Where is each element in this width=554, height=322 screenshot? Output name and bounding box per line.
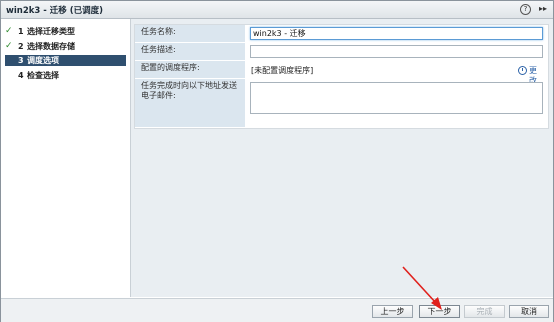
check-icon: ✓ <box>5 41 13 51</box>
step-label: 检查选择 <box>27 71 59 80</box>
schedule-options-form: 任务名称: win2k3 - 迁移 任务描述: 配置的调度程序: [未配置调度程… <box>134 24 549 129</box>
help-icon[interactable]: ? <box>520 4 531 15</box>
task-name-input[interactable]: win2k3 - 迁移 <box>250 27 543 40</box>
arrow-line <box>402 266 437 304</box>
wizard-footer: 上一步 下一步 完成 取消 <box>1 298 553 322</box>
scheduler-label: 配置的调度程序: <box>141 63 200 72</box>
step-number: 3 <box>18 56 24 65</box>
finish-button[interactable]: 完成 <box>464 305 505 318</box>
task-name-label: 任务名称: <box>141 27 176 36</box>
step-review-selections[interactable]: 4 检查选择 <box>5 70 126 81</box>
task-name-value: win2k3 - 迁移 <box>253 29 306 38</box>
annotation-arrow <box>402 266 442 310</box>
task-desc-label: 任务描述: <box>141 45 176 54</box>
step-label: 选择数据存储 <box>27 42 75 51</box>
task-desc-label-cell: 任务描述: <box>135 43 245 60</box>
step-number: 2 <box>18 42 24 51</box>
expand-icon[interactable]: ▸▸ <box>538 4 548 14</box>
scheduler-value: [未配置调度程序] <box>251 66 314 75</box>
step-label: 调度选项 <box>27 56 59 65</box>
step-number: 1 <box>18 27 24 36</box>
window-title: win2k3 - 迁移 (已调度) <box>6 6 103 16</box>
email-label: 任务完成时向以下地址发送电子邮件: <box>141 81 237 100</box>
email-label-cell: 任务完成时向以下地址发送电子邮件: <box>135 79 245 127</box>
title-bar: win2k3 - 迁移 (已调度) ? ▸▸ <box>1 1 553 19</box>
step-select-migration-type[interactable]: ✓ 1 选择迁移类型 <box>5 26 126 37</box>
wizard-content: 任务名称: win2k3 - 迁移 任务描述: 配置的调度程序: [未配置调度程… <box>131 19 553 297</box>
task-name-label-cell: 任务名称: <box>135 25 245 42</box>
scheduler-label-cell: 配置的调度程序: <box>135 61 245 78</box>
step-schedule-options[interactable]: 3 调度选项 <box>5 55 126 66</box>
wizard-window: win2k3 - 迁移 (已调度) ? ▸▸ ✓ 1 选择迁移类型 ✓ 2 选择… <box>0 0 554 322</box>
step-label: 选择迁移类型 <box>27 27 75 36</box>
check-icon: ✓ <box>5 26 13 36</box>
task-description-input[interactable] <box>250 45 543 58</box>
email-input[interactable] <box>250 82 543 114</box>
clock-icon <box>518 66 527 75</box>
wizard-steps-sidebar: ✓ 1 选择迁移类型 ✓ 2 选择数据存储 3 调度选项 4 检查选择 <box>1 19 131 297</box>
step-select-datastore[interactable]: ✓ 2 选择数据存储 <box>5 41 126 52</box>
cancel-button[interactable]: 取消 <box>509 305 549 318</box>
step-number: 4 <box>18 71 24 80</box>
